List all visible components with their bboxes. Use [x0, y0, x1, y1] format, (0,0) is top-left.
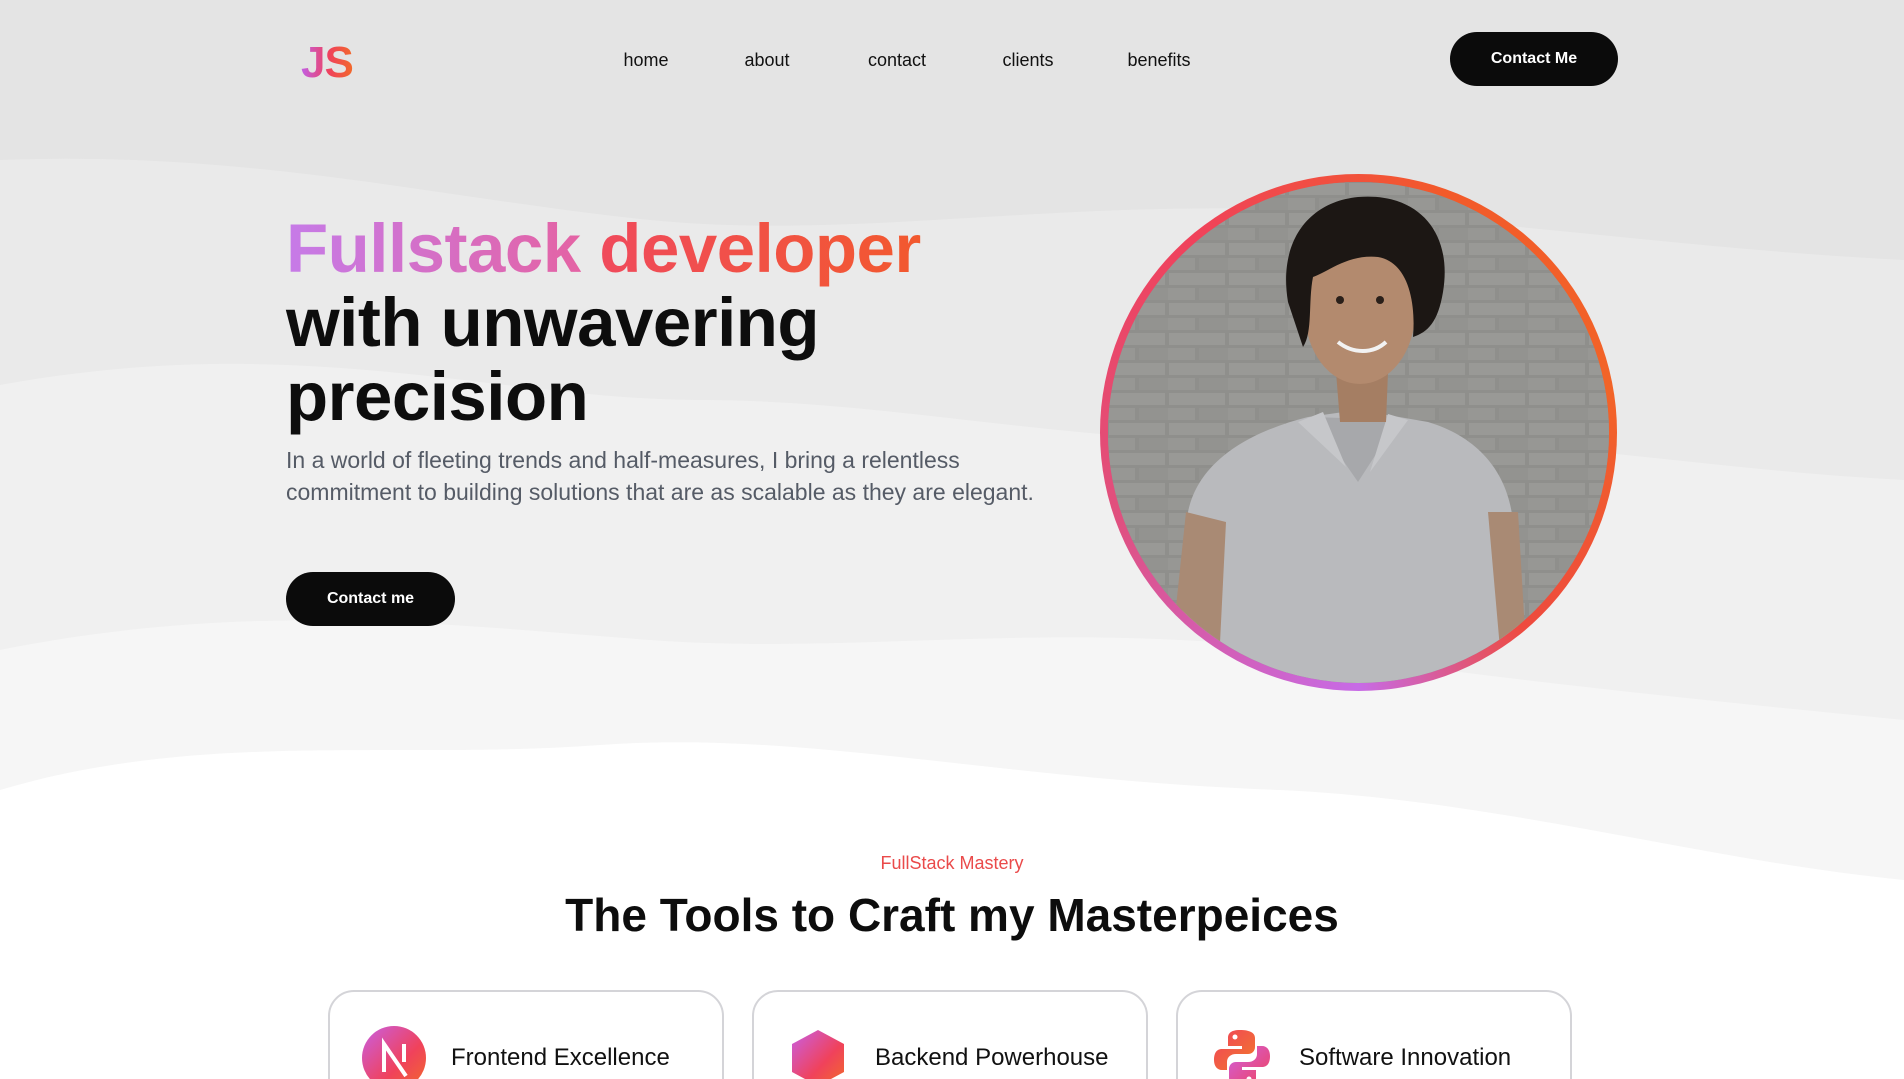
tool-card-label: Software Innovation — [1299, 1044, 1512, 1071]
tool-card-label: Frontend Excellence — [451, 1044, 670, 1071]
hero-title-fullstack: Fullstack — [286, 210, 581, 287]
section-eyebrow: FullStack Mastery — [880, 853, 1024, 873]
hero-title-line1: Fullstack developer — [286, 212, 921, 286]
portrait-illustration — [1108, 182, 1609, 683]
tool-card-backend[interactable]: Backend Powerhouse — [752, 990, 1148, 1079]
hero-title: Fullstack developer with unwavering prec… — [286, 212, 921, 434]
nav-home[interactable]: home — [623, 50, 668, 71]
header-contact-button[interactable]: Contact Me — [1450, 32, 1618, 86]
hero-title-line3: precision — [286, 358, 589, 435]
hero-contact-button[interactable]: Contact me — [286, 572, 455, 626]
tool-card-software[interactable]: Software Innovation — [1176, 990, 1572, 1079]
portrait-photo — [1108, 182, 1609, 683]
hero-title-developer: developer — [599, 210, 921, 287]
nav-contact[interactable]: contact — [868, 50, 926, 71]
tool-card-frontend[interactable]: Frontend Excellence — [328, 990, 724, 1079]
tool-card-label: Backend Powerhouse — [875, 1044, 1109, 1071]
hero-description: In a world of fleeting trends and half-m… — [286, 447, 1034, 505]
nodejs-icon — [792, 1030, 844, 1079]
python-icon — [1214, 1030, 1270, 1079]
section-title: The Tools to Craft my Masterpeices — [565, 889, 1339, 941]
nav-about[interactable]: about — [744, 50, 789, 71]
page: JS home about contact clients benefits C… — [0, 0, 1904, 1079]
main-nav: home about contact clients benefits — [0, 50, 1904, 76]
nextjs-icon — [362, 1026, 426, 1079]
portrait-frame — [1100, 174, 1617, 691]
nav-clients[interactable]: clients — [1002, 50, 1053, 71]
nav-benefits[interactable]: benefits — [1127, 50, 1190, 71]
hero-title-line2: with unwavering — [286, 284, 820, 361]
